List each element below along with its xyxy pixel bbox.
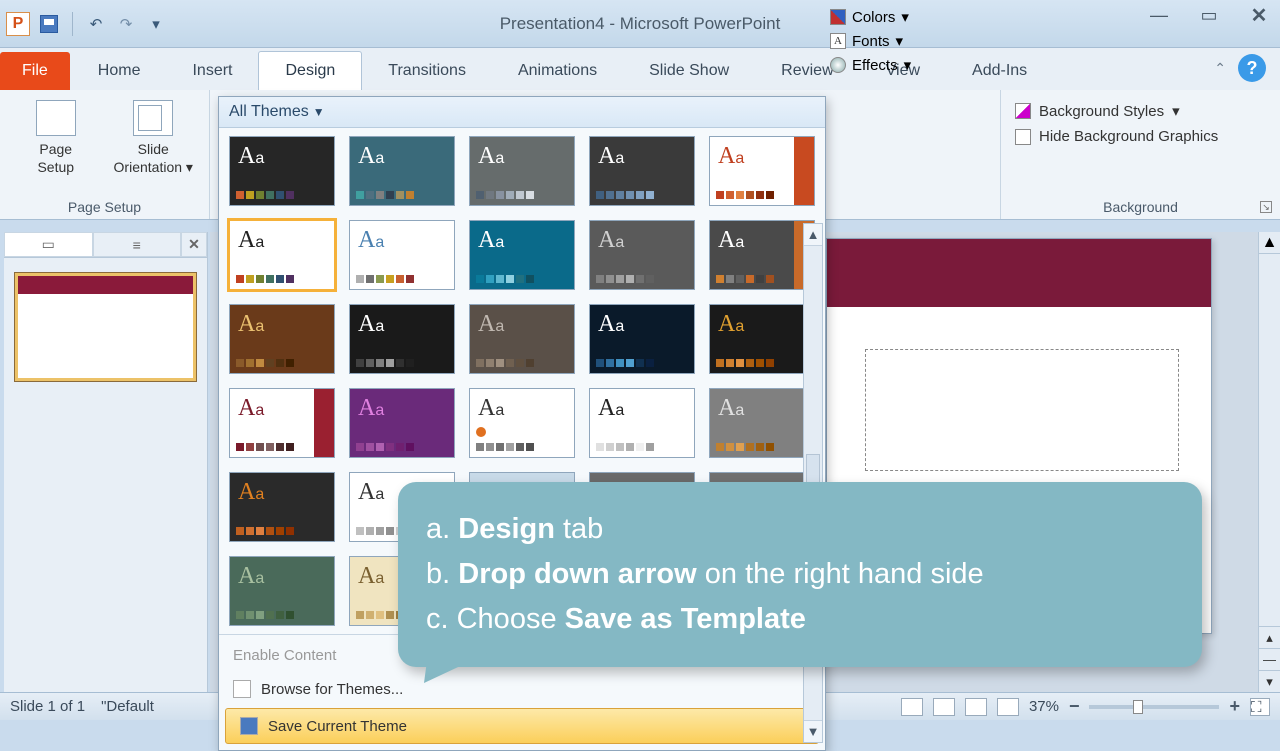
slides-tab-thumbnails[interactable]: ▭: [4, 232, 93, 257]
theme-thumb-20[interactable]: Aa: [229, 472, 335, 542]
tab-home[interactable]: Home: [72, 52, 167, 90]
save-icon[interactable]: [38, 13, 60, 35]
collapse-ribbon-icon[interactable]: ⌃: [1214, 60, 1226, 77]
theme-thumb-13[interactable]: Aa: [589, 304, 695, 374]
page-setup-icon: [36, 100, 76, 136]
effects-button[interactable]: Effects ▾: [830, 56, 911, 74]
variants-group: Colors ▾ AFonts ▾ Effects ▾: [830, 8, 911, 74]
theme-thumb-12[interactable]: Aa: [469, 304, 575, 374]
theme-thumb-17[interactable]: Aa: [469, 388, 575, 458]
folder-icon: [233, 680, 251, 698]
title-placeholder[interactable]: [865, 349, 1179, 471]
theme-thumb-10[interactable]: Aa: [229, 304, 335, 374]
tab-design[interactable]: Design: [258, 51, 362, 90]
theme-thumb-3[interactable]: Aa: [589, 136, 695, 206]
tab-addins[interactable]: Add-Ins: [946, 52, 1053, 90]
scroll-down-icon[interactable]: ▼: [804, 720, 822, 742]
tutorial-callout: a. Design tab b. Drop down arrow on the …: [398, 482, 1202, 667]
slide-thumbnail-1[interactable]: [14, 272, 197, 382]
theme-thumb-1[interactable]: Aa: [349, 136, 455, 206]
zoom-out-button[interactable]: −: [1069, 696, 1080, 717]
background-styles-icon: [1015, 103, 1031, 119]
background-group: Background Styles ▾ Hide Background Grap…: [1000, 90, 1280, 219]
theme-thumb-18[interactable]: Aa: [589, 388, 695, 458]
theme-thumb-11[interactable]: Aa: [349, 304, 455, 374]
theme-thumb-16[interactable]: Aa: [349, 388, 455, 458]
theme-thumb-14[interactable]: Aa: [709, 304, 815, 374]
theme-thumb-7[interactable]: Aa: [469, 220, 575, 290]
qat-customize-icon[interactable]: ▾: [145, 13, 167, 35]
quick-access-toolbar: ↶ ↷ ▾: [38, 12, 167, 36]
reading-view-button[interactable]: [965, 698, 987, 716]
tab-transitions[interactable]: Transitions: [362, 52, 492, 90]
normal-view-button[interactable]: [901, 698, 923, 716]
close-button[interactable]: ✕: [1242, 4, 1276, 26]
browse-themes-menu-item[interactable]: Browse for Themes...: [219, 672, 825, 706]
slides-tab-outline[interactable]: ≡: [93, 232, 182, 257]
themes-dropdown-header[interactable]: All Themes▼: [219, 97, 825, 128]
theme-thumb-6[interactable]: Aa: [349, 220, 455, 290]
tab-slideshow[interactable]: Slide Show: [623, 52, 755, 90]
slide-orientation-icon: [133, 100, 173, 136]
slides-pane-close[interactable]: ✕: [181, 232, 207, 257]
checkbox-icon: [1015, 129, 1031, 145]
theme-thumb-25[interactable]: Aa: [229, 556, 335, 626]
sorter-view-button[interactable]: [933, 698, 955, 716]
theme-thumb-4[interactable]: Aa: [709, 136, 815, 206]
maximize-button[interactable]: ▭: [1192, 4, 1226, 26]
powerpoint-app-icon: P: [6, 12, 30, 36]
page-setup-group-label: Page Setup: [0, 199, 209, 215]
file-tab[interactable]: File: [0, 52, 70, 90]
help-icon[interactable]: ?: [1238, 54, 1266, 82]
colors-button[interactable]: Colors ▾: [830, 8, 911, 26]
fonts-button[interactable]: AFonts ▾: [830, 32, 911, 50]
minimize-button[interactable]: —: [1142, 4, 1176, 26]
slideshow-view-button[interactable]: [997, 698, 1019, 716]
prev-slide-button[interactable]: ▴: [1259, 626, 1280, 648]
background-dialog-launcher[interactable]: ↘: [1260, 201, 1272, 213]
slide-nav-divider: —: [1259, 648, 1280, 670]
next-slide-button[interactable]: ▾: [1259, 670, 1280, 692]
theme-name: "Default: [101, 698, 154, 715]
fit-to-window-button[interactable]: ⛶: [1250, 698, 1270, 716]
scroll-up-icon[interactable]: ▲: [804, 224, 822, 246]
page-setup-button[interactable]: Page Setup: [16, 100, 96, 176]
zoom-slider[interactable]: [1089, 705, 1219, 709]
zoom-level[interactable]: 37%: [1029, 698, 1059, 715]
title-bar: P ↶ ↷ ▾ Presentation4 - Microsoft PowerP…: [0, 0, 1280, 48]
chevron-down-icon: ▼: [313, 105, 325, 119]
undo-icon[interactable]: ↶: [85, 13, 107, 35]
theme-thumb-8[interactable]: Aa: [589, 220, 695, 290]
window-title: Presentation4 - Microsoft PowerPoint: [500, 14, 781, 34]
slide-title-bar: [827, 239, 1211, 307]
page-setup-group: Page Setup Slide Orientation ▾ Page Setu…: [0, 90, 210, 219]
ribbon-tabs: File Home Insert Design Transitions Anim…: [0, 48, 1280, 90]
background-styles-button[interactable]: Background Styles ▾: [1015, 98, 1266, 124]
hide-background-checkbox[interactable]: Hide Background Graphics: [1015, 124, 1266, 149]
zoom-in-button[interactable]: +: [1229, 696, 1240, 717]
background-group-label: Background: [1001, 199, 1280, 215]
theme-thumb-0[interactable]: Aa: [229, 136, 335, 206]
slides-pane: ▭ ≡ ✕ 1: [4, 232, 208, 692]
slide-counter: Slide 1 of 1: [10, 698, 85, 715]
theme-thumb-5[interactable]: Aa: [229, 220, 335, 290]
theme-thumb-9[interactable]: Aa: [709, 220, 815, 290]
save-current-theme-menu-item[interactable]: Save Current Theme: [225, 708, 819, 744]
editor-scrollbar[interactable]: ▲ ▴ — ▾: [1258, 232, 1280, 692]
theme-thumb-19[interactable]: Aa: [709, 388, 815, 458]
theme-thumb-2[interactable]: Aa: [469, 136, 575, 206]
redo-icon[interactable]: ↷: [115, 13, 137, 35]
theme-thumb-15[interactable]: Aa: [229, 388, 335, 458]
tab-insert[interactable]: Insert: [166, 52, 258, 90]
slide-orientation-button[interactable]: Slide Orientation ▾: [114, 100, 194, 176]
tab-animations[interactable]: Animations: [492, 52, 623, 90]
